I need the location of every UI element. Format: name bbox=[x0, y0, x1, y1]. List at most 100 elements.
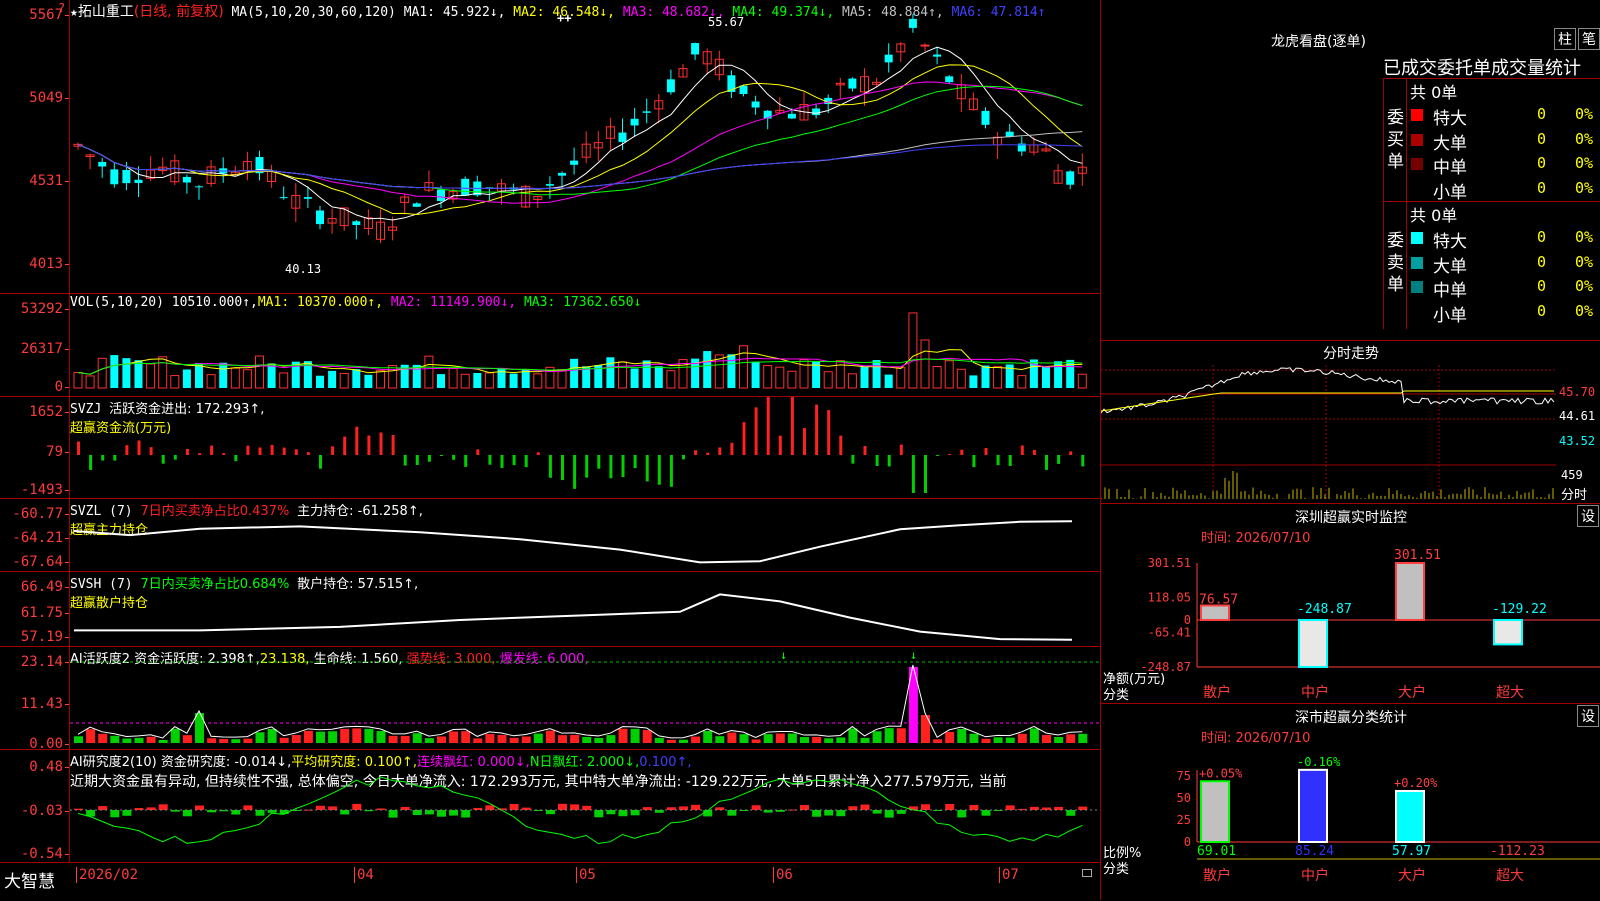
svsh-panel[interactable]: 66.49 61.75 57.19 SVSH (7) 7日内买卖净占比0.684… bbox=[0, 572, 1100, 647]
research-bar bbox=[388, 810, 398, 818]
buy-row-pct: 0% bbox=[1575, 105, 1594, 123]
legend-swatch bbox=[1411, 281, 1423, 293]
flow-bar bbox=[585, 455, 589, 478]
activity-bar bbox=[291, 735, 301, 743]
flow-bar bbox=[1045, 455, 1048, 470]
volume-bar bbox=[279, 372, 289, 389]
tick-mode-button[interactable]: 笔 bbox=[1578, 28, 1600, 50]
research-bar bbox=[110, 810, 120, 818]
flow-bar bbox=[1081, 455, 1085, 467]
flow-bar bbox=[633, 455, 637, 469]
activity-bar bbox=[328, 731, 338, 743]
volume-ma-line bbox=[77, 349, 1083, 375]
activity-bar bbox=[679, 739, 688, 743]
svzl-chart[interactable] bbox=[0, 499, 1100, 572]
activity-bar bbox=[884, 728, 894, 743]
activity-bar bbox=[509, 737, 519, 743]
volume-bar bbox=[932, 366, 942, 389]
activity-bar bbox=[739, 734, 749, 743]
legend-swatch bbox=[1411, 183, 1423, 195]
high-price-marker: 55.67 bbox=[708, 15, 745, 29]
svsh-chart[interactable] bbox=[0, 572, 1100, 647]
svzj-chart[interactable] bbox=[0, 397, 1100, 499]
flow-bar bbox=[815, 404, 819, 455]
sell-row-name: 中单 bbox=[1433, 281, 1467, 301]
research-bar bbox=[558, 803, 567, 810]
kline-panel[interactable]: 5567 5049 4531 4013 ? ★拓山重工(日线, 前复权) MA(… bbox=[0, 0, 1100, 294]
volume-bar bbox=[872, 360, 881, 388]
category-label: 超大 bbox=[1496, 685, 1524, 701]
flow-bar bbox=[803, 428, 806, 455]
volume-panel[interactable]: 53292 26317 0 VOL(5,10,20) 10510.000↑,MA… bbox=[0, 294, 1100, 397]
activity-bar bbox=[630, 728, 640, 743]
bar-mode-button[interactable]: 柱 bbox=[1554, 28, 1576, 50]
research-bar bbox=[182, 810, 192, 817]
research-bar bbox=[800, 805, 809, 810]
candle-body-down bbox=[316, 210, 324, 225]
activity-bar bbox=[279, 737, 289, 743]
intraday-chart[interactable] bbox=[1101, 341, 1600, 504]
candle-body-down bbox=[945, 76, 954, 83]
activity-bar bbox=[352, 728, 362, 743]
activity-bar bbox=[449, 731, 459, 743]
flow-bar bbox=[294, 449, 298, 455]
volume-bar bbox=[896, 367, 906, 389]
candle-body-down bbox=[751, 101, 760, 108]
volume-bar bbox=[570, 358, 579, 388]
flow-bar bbox=[415, 455, 419, 465]
intraday-panel[interactable]: 分时走势 45.70 44.61 43.52 459 分时 bbox=[1100, 340, 1600, 503]
sz-class-panel[interactable]: 深市超赢分类统计 设 时间: 2026/07/10 75 50 25 0 +0.05% 6… bbox=[1100, 703, 1600, 900]
activity-bar bbox=[412, 733, 422, 743]
flow-bar bbox=[512, 455, 516, 466]
legend-swatch bbox=[1411, 232, 1423, 244]
flow-bar bbox=[778, 435, 782, 455]
volume-bar bbox=[473, 372, 482, 388]
lock-icon[interactable] bbox=[1082, 869, 1092, 877]
dragon-subtitle: 已成交委托单成交量统计 bbox=[1383, 58, 1581, 79]
ai-activity-chart[interactable]: ↓ ↓ bbox=[0, 647, 1100, 750]
flow-bar bbox=[464, 455, 468, 467]
volume-ma-line bbox=[77, 357, 1083, 375]
volume-bar bbox=[884, 374, 893, 388]
flow-bar bbox=[282, 447, 286, 455]
research-bar bbox=[872, 810, 882, 814]
buy-row-value: 0 bbox=[1537, 178, 1547, 197]
flow-bar bbox=[996, 455, 1000, 466]
flow-bar bbox=[234, 455, 238, 462]
candle-body-down bbox=[461, 178, 470, 196]
flow-bar bbox=[222, 453, 226, 455]
svzl-panel[interactable]: -60.77 -64.21 -67.64 SVZL (7) 7日内买卖净占比0.… bbox=[0, 499, 1100, 572]
ai-research-chart[interactable] bbox=[0, 750, 1100, 863]
volume-chart[interactable] bbox=[0, 294, 1100, 397]
volume-bar bbox=[73, 371, 83, 389]
volume-bar bbox=[654, 366, 663, 388]
flow-bar bbox=[391, 435, 395, 455]
activity-bar bbox=[666, 739, 676, 743]
activity-bar bbox=[570, 734, 580, 743]
flow-bar bbox=[258, 447, 262, 455]
sz-class-chart[interactable]: 75 50 25 0 +0.05% 69.01 散户 -0.16% 85.24 中户 +0.20% 5… bbox=[1101, 704, 1600, 901]
candle-body-down bbox=[981, 110, 990, 125]
volume-bar bbox=[1077, 373, 1087, 389]
sz-class-xlabel: 分类 bbox=[1103, 862, 1130, 877]
volume-bar bbox=[860, 366, 869, 388]
y-tick-label: 0 bbox=[1184, 835, 1191, 849]
kline-chart[interactable] bbox=[0, 0, 1100, 294]
sz-monitor-panel[interactable]: 深圳超赢实时监控 设 时间: 2026/07/10 301.51 118.05 0-… bbox=[1100, 503, 1600, 703]
buy-row-pct: 0% bbox=[1575, 154, 1594, 172]
candle-body-down bbox=[182, 176, 191, 183]
flow-bar bbox=[657, 455, 661, 485]
ai-activity-panel[interactable]: 23.14 11.43 0.00 AI活跃度2 资金活跃度: 2.398↑,23… bbox=[0, 647, 1100, 750]
candle-body-down bbox=[933, 54, 942, 57]
y-tick-label: 118.05 bbox=[1148, 591, 1191, 605]
sz-monitor-chart[interactable]: 301.51118.050-65.41-248.8776.57散户-248.87… bbox=[1101, 504, 1600, 704]
candle-body-up bbox=[920, 44, 930, 47]
flow-bar bbox=[936, 455, 940, 456]
volume-bar bbox=[182, 369, 191, 388]
activity-bar bbox=[388, 735, 398, 743]
ai-research-panel[interactable]: 0.48 -0.03 -0.54 AI研究度2(10) 资金研究度: -0.01… bbox=[0, 750, 1100, 863]
flow-bar bbox=[524, 455, 528, 468]
bar-value-label: 301.51 bbox=[1394, 548, 1441, 563]
svzj-panel[interactable]: 1652 79 -1493 SVZJ 活跃资金进出: 172.293↑, 超赢资… bbox=[0, 397, 1100, 499]
activity-bar bbox=[872, 731, 882, 743]
